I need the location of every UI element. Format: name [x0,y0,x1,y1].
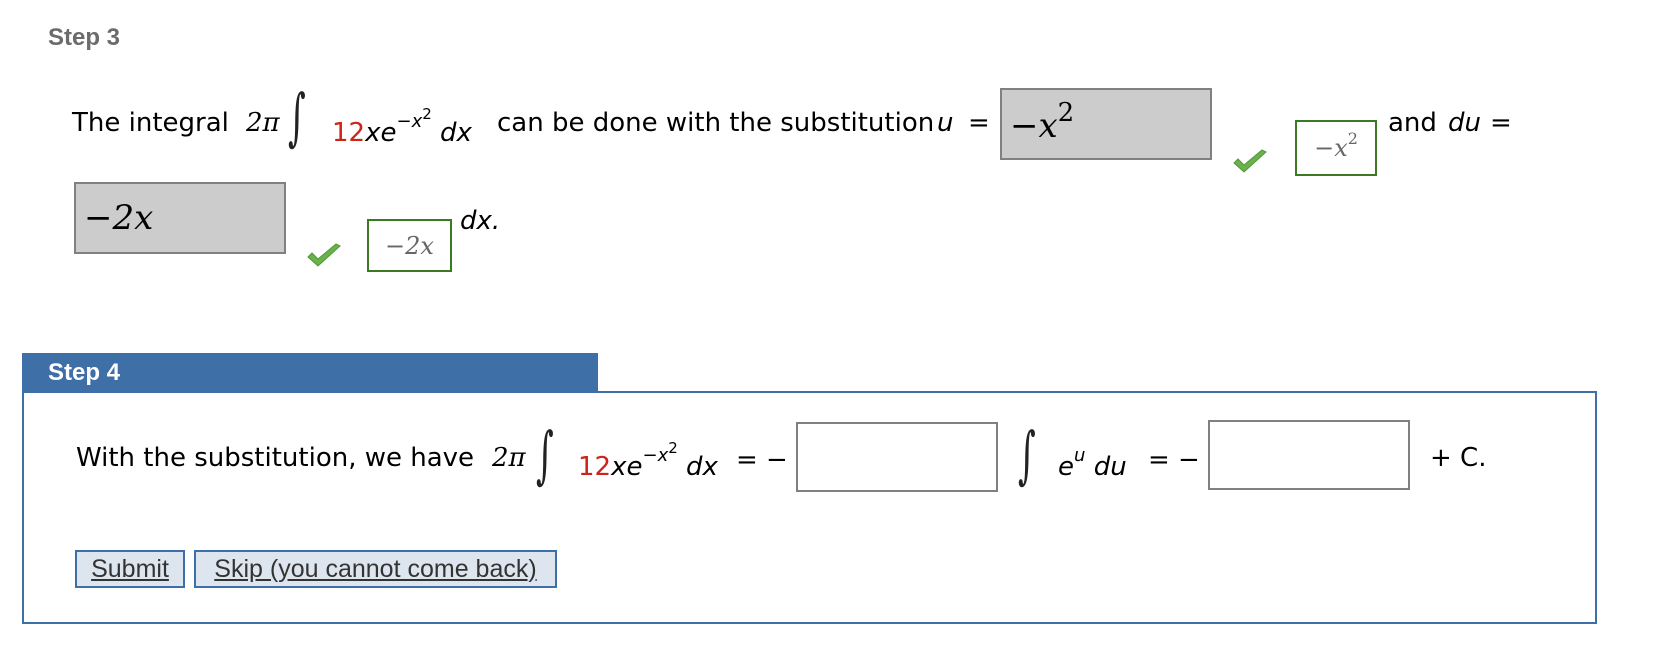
integrand-dx: dx [686,452,718,482]
integrand-dx: dx [440,118,472,148]
du-text: du [1093,452,1127,482]
step4-intro-text: With the substitution, we have [76,443,475,473]
step3-integrand: 12xe−x2 dx [332,105,472,148]
step3-mid-text: can be done with the substitution [497,108,935,138]
step3-title: Step 3 [48,24,121,51]
u-preview-box: −x 2 [1295,120,1377,176]
checkmark-icon [307,243,341,267]
equals-minus-2: = − [1148,445,1200,475]
du-equals: = [1490,108,1512,138]
step3-coefficient: 2π [246,108,280,138]
eu-du-expression: eu du [1058,445,1127,482]
checkmark-icon [1233,149,1267,173]
step4-integrand: 12xe−x2 dx [578,439,718,482]
integrand-exponent: −x [642,445,669,466]
plus-c-text: + C. [1430,443,1486,473]
integrand-body: xe [365,118,397,148]
equals-minus-1: = − [736,445,788,475]
u-preview-value: −x [1314,134,1348,162]
u-answer-power: 2 [1057,98,1075,128]
du-answer-input[interactable]: −2x [74,182,286,254]
integral-sign-icon: ∫ [1018,418,1036,491]
dx-end-text: dx. [460,206,501,236]
integrand-exponent: −x [396,111,423,132]
integrand-exponent-power: 2 [422,105,432,123]
skip-button[interactable]: Skip (you cannot come back) [194,550,557,588]
du-label: du [1448,108,1481,138]
step3-intro-text: The integral [72,108,229,138]
du-preview-box: −2x [367,219,452,272]
integral-sign-icon: ∫ [288,80,306,153]
u-label: u [937,108,954,138]
du-preview-value: −2x [385,231,434,260]
antiderivative-answer-input[interactable] [1208,420,1410,490]
and-text: and [1388,108,1437,138]
integrand-coefficient: 12 [332,118,366,148]
submit-button[interactable]: Submit [75,550,185,588]
step4-title: Step 4 [22,353,598,393]
integrand-coefficient: 12 [578,452,612,482]
u-preview-power: 2 [1347,128,1358,148]
plus-c-value: + C. [1430,443,1487,473]
u-equals: = [968,108,990,138]
integral-sign-icon: ∫ [536,418,554,491]
eu-base: e [1058,452,1074,482]
u-answer-value: −x [1010,106,1058,146]
u-answer-input[interactable]: −x2 [1000,88,1212,160]
integrand-exponent-power: 2 [668,439,678,457]
eu-exponent: u [1074,445,1086,466]
du-answer-value: −2x [84,198,154,238]
coefficient-answer-input[interactable] [796,422,998,492]
integrand-body: xe [611,452,643,482]
step4-coefficient: 2π [492,443,526,473]
